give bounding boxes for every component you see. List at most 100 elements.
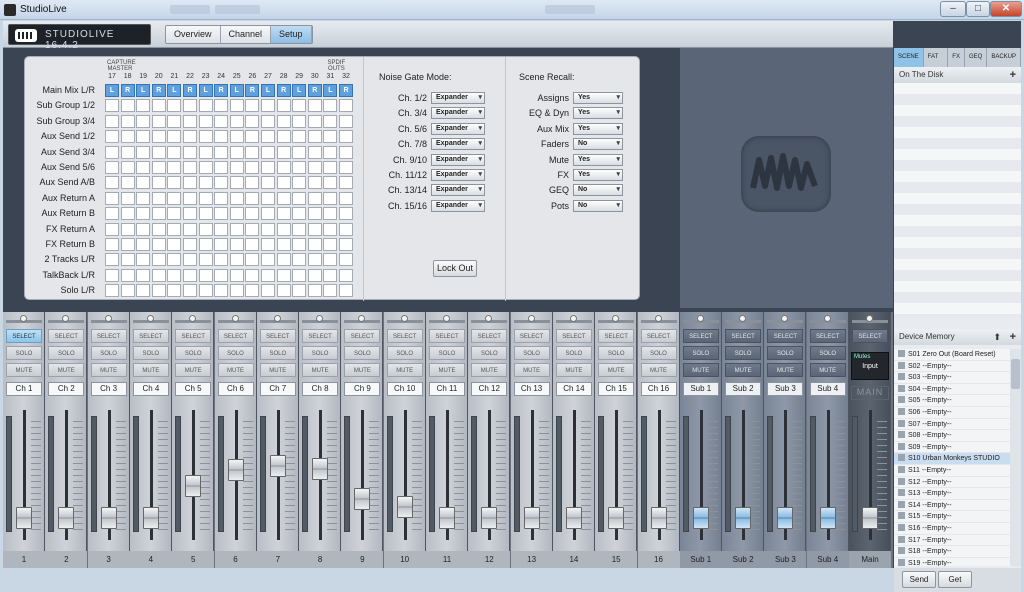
solo-button[interactable]: SOLO (259, 346, 296, 360)
routing-cell[interactable] (167, 145, 182, 159)
routing-cell[interactable] (151, 191, 166, 205)
select-button[interactable]: SELECT (344, 329, 381, 343)
routing-cell[interactable] (167, 191, 182, 205)
select-button[interactable]: SELECT (302, 329, 339, 343)
scene-memory-item[interactable]: S04 --Empty-- (894, 384, 1010, 396)
tab-scene[interactable]: SCENE (894, 48, 924, 67)
routing-cell[interactable]: L (323, 84, 338, 97)
routing-cell[interactable] (214, 207, 229, 221)
routing-cell[interactable] (229, 99, 244, 113)
routing-cell[interactable]: R (214, 84, 229, 97)
send-button[interactable]: Send (902, 571, 936, 588)
solo-button[interactable]: SOLO (809, 346, 846, 360)
fader-cap[interactable] (481, 507, 498, 530)
routing-cell[interactable] (307, 191, 322, 205)
routing-cell[interactable] (151, 130, 166, 144)
routing-cell[interactable] (151, 99, 166, 113)
mute-button[interactable]: MUTE (725, 363, 762, 377)
routing-cell[interactable] (151, 176, 166, 190)
routing-cell[interactable] (276, 268, 291, 282)
routing-cell[interactable] (198, 238, 213, 251)
mute-button[interactable]: MUTE (386, 363, 423, 377)
routing-cell[interactable] (167, 99, 182, 113)
routing-cell[interactable] (214, 114, 229, 128)
scene-recall-dropdown[interactable]: Yes (573, 169, 623, 181)
routing-cell[interactable] (245, 238, 260, 251)
pan-knob[interactable] (866, 315, 873, 322)
routing-cell[interactable] (151, 207, 166, 221)
routing-cell[interactable] (105, 99, 119, 113)
routing-cell[interactable] (136, 191, 151, 205)
solo-button[interactable]: SOLO (302, 346, 339, 360)
routing-cell[interactable] (307, 238, 322, 251)
routing-cell[interactable] (183, 161, 197, 174)
routing-cell[interactable] (105, 161, 119, 174)
fader-cap[interactable] (312, 457, 329, 480)
routing-cell[interactable] (136, 222, 151, 236)
routing-cell[interactable] (214, 191, 229, 205)
routing-cell[interactable] (105, 284, 119, 298)
routing-cell[interactable] (167, 284, 182, 298)
noise-gate-dropdown[interactable]: Expander (431, 184, 485, 197)
routing-cell[interactable] (229, 130, 244, 144)
routing-cell[interactable] (105, 268, 119, 282)
routing-cell[interactable] (276, 191, 291, 205)
routing-cell[interactable] (339, 238, 353, 251)
routing-cell[interactable] (214, 268, 229, 282)
routing-cell[interactable] (167, 222, 182, 236)
add-icon[interactable]: + (1010, 67, 1016, 83)
routing-cell[interactable] (307, 176, 322, 190)
routing-cell[interactable]: L (136, 84, 151, 97)
routing-cell[interactable] (229, 238, 244, 251)
scene-recall-dropdown[interactable]: No (573, 138, 623, 151)
routing-cell[interactable]: L (261, 84, 275, 97)
mute-button[interactable]: MUTE (471, 363, 508, 377)
mute-button[interactable]: MUTE (175, 363, 212, 377)
routing-cell[interactable] (198, 161, 213, 174)
tab-geq[interactable]: GEQ (965, 48, 988, 67)
routing-cell[interactable] (245, 207, 260, 221)
tab-fx[interactable]: FX (948, 48, 965, 67)
select-button[interactable]: SELECT (6, 329, 42, 343)
mute-button[interactable]: MUTE (344, 363, 381, 377)
fader-cap[interactable] (608, 507, 625, 530)
routing-cell[interactable]: R (307, 84, 322, 97)
routing-cell[interactable] (136, 161, 151, 174)
select-button[interactable]: SELECT (259, 329, 296, 343)
routing-cell[interactable] (229, 253, 244, 267)
routing-cell[interactable] (323, 268, 338, 282)
routing-cell[interactable] (292, 191, 307, 205)
select-button[interactable]: SELECT (682, 329, 719, 343)
close-button[interactable]: ✕ (990, 1, 1022, 17)
routing-cell[interactable] (214, 130, 229, 144)
fader-cap[interactable] (819, 507, 836, 530)
scene-memory-item[interactable]: S15 --Empty-- (894, 511, 1010, 523)
routing-cell[interactable] (323, 145, 338, 159)
routing-cell[interactable] (136, 145, 151, 159)
fader-cap[interactable] (58, 507, 75, 530)
noise-gate-dropdown[interactable]: Expander (431, 169, 485, 181)
solo-button[interactable]: SOLO (682, 346, 719, 360)
routing-cell[interactable] (276, 161, 291, 174)
routing-cell[interactable] (261, 222, 275, 236)
routing-cell[interactable] (136, 99, 151, 113)
routing-cell[interactable] (120, 268, 135, 282)
solo-button[interactable]: SOLO (429, 346, 465, 360)
routing-cell[interactable] (245, 284, 260, 298)
routing-cell[interactable] (198, 99, 213, 113)
routing-cell[interactable] (276, 253, 291, 267)
routing-cell[interactable] (136, 176, 151, 190)
routing-cell[interactable] (214, 99, 229, 113)
solo-button[interactable]: SOLO (513, 346, 550, 360)
mute-button[interactable]: MUTE (767, 363, 804, 377)
mute-button[interactable]: MUTE (90, 363, 127, 377)
routing-cell[interactable] (245, 145, 260, 159)
routing-cell[interactable] (167, 238, 182, 251)
routing-cell[interactable] (323, 191, 338, 205)
on-disk-list[interactable] (894, 83, 1021, 318)
routing-cell[interactable] (323, 253, 338, 267)
routing-cell[interactable] (307, 207, 322, 221)
routing-cell[interactable] (292, 145, 307, 159)
routing-cell[interactable] (261, 191, 275, 205)
routing-cell[interactable] (276, 99, 291, 113)
